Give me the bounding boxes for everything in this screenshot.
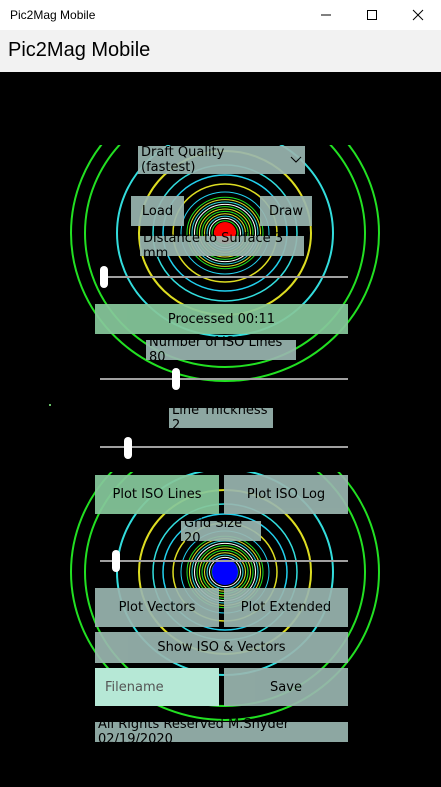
minimize-icon [321,14,331,16]
plot-extended-button[interactable]: Plot Extended [224,588,348,627]
distance-slider-thumb[interactable] [100,266,108,288]
draw-label: Draw [269,203,303,219]
quality-dropdown[interactable]: Draft Quality (fastest) [138,145,305,175]
app-header: Pic2Mag Mobile [0,30,441,72]
close-icon [412,9,424,21]
iso-lines-label: Number of ISO Lines 80 [146,335,296,365]
plot-vectors-button[interactable]: Plot Vectors [95,588,219,627]
distance-label: Distance to Surface 3 mm [140,231,304,261]
bottom-pole [212,559,238,585]
line-thickness-slider-thumb[interactable] [124,437,132,459]
show-iso-vectors-button[interactable]: Show ISO & Vectors [95,632,348,663]
plot-vectors-label: Plot Vectors [118,600,196,615]
maximize-button[interactable] [349,0,395,30]
minimize-button[interactable] [303,0,349,30]
save-button[interactable]: Save [224,668,348,706]
draw-button[interactable]: Draw [260,196,312,226]
title-bar: Pic2Mag Mobile [0,0,441,30]
window-title: Pic2Mag Mobile [10,8,96,22]
grid-size-label: Grid Size 20 [181,516,261,546]
plot-extended-label: Plot Extended [240,600,332,615]
processed-label: Processed 00:11 [167,311,276,327]
load-button[interactable]: Load [131,196,184,226]
plot-iso-lines-button[interactable]: Plot ISO Lines [95,475,219,514]
magnetic-field-canvas: Draft Quality (fastest) Load Draw Distan… [0,72,441,787]
plot-iso-log-button[interactable]: Plot ISO Log [224,475,348,514]
grid-size-slider-track[interactable] [100,560,348,562]
plot-iso-log-label: Plot ISO Log [246,487,326,502]
line-thickness-label: Line Thickness 2 [169,403,273,433]
iso-lines-slider-thumb[interactable] [172,368,180,390]
show-iso-vectors-label: Show ISO & Vectors [157,640,286,655]
load-label: Load [141,203,174,219]
filename-placeholder: Filename [105,679,164,695]
plot-iso-lines-label: Plot ISO Lines [112,487,202,502]
quality-value: Draft Quality (fastest) [141,145,225,175]
chevron-down-icon [290,156,302,163]
iso-lines-slider-track[interactable] [100,378,348,380]
save-label: Save [270,679,302,695]
processed-status: Processed 00:11 [95,304,348,334]
filename-input[interactable]: Filename [95,668,219,706]
field-speck [49,404,51,406]
distance-slider-track[interactable] [100,276,348,278]
line-thickness-slider-track[interactable] [100,446,348,448]
close-button[interactable] [395,0,441,30]
grid-size-slider-thumb[interactable] [112,550,120,572]
app-title: Pic2Mag Mobile [8,39,151,61]
footer-copyright: All Rights Reserved M.Snyder 02/19/2020 [95,717,348,747]
maximize-icon [367,10,377,20]
